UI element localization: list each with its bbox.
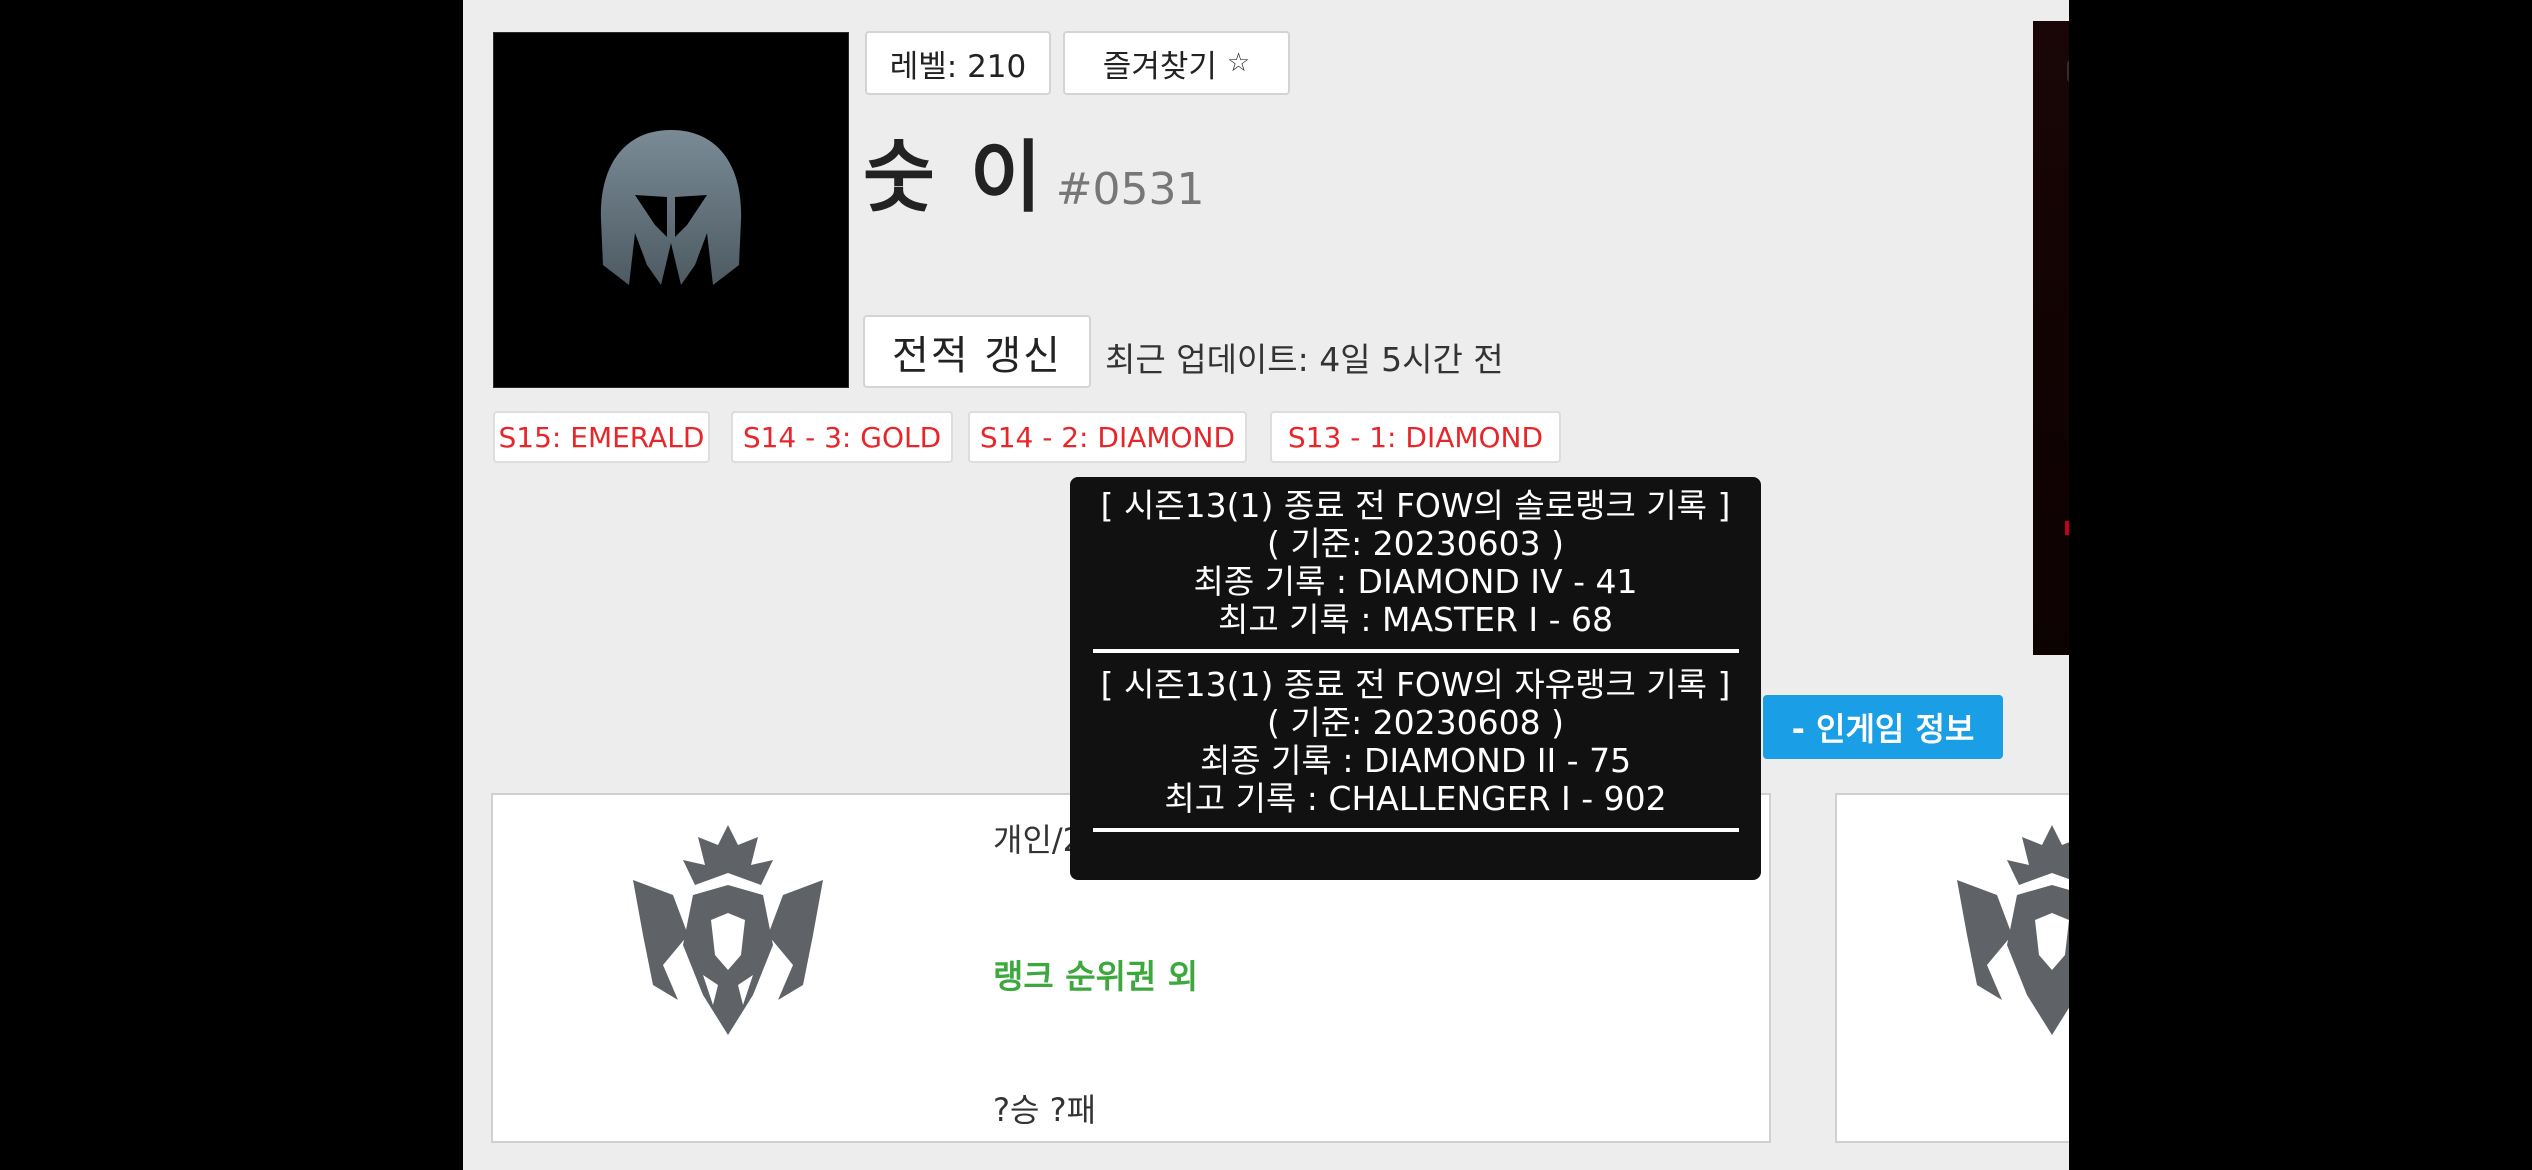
flex-record-title: [ 시즌13(1) 종료 전 FOW의 자유랭크 기록 ] (1100, 665, 1731, 704)
profile-avatar (493, 32, 849, 388)
flex-record-best: 최고 기록 : CHALLENGER I - 902 (1164, 779, 1667, 818)
helmet-icon (600, 130, 742, 285)
flex-record-date: ( 기준: 20230608 ) (1266, 703, 1565, 742)
rank-emblem-icon (633, 825, 823, 1035)
refresh-button[interactable]: 전적 갱신 (863, 315, 1091, 388)
season-badge-s14-2[interactable]: S14 - 2: DIAMOND (968, 411, 1247, 463)
side-ad-banner[interactable] (2033, 21, 2069, 655)
star-icon: ☆ (1226, 48, 1251, 78)
banner-dot (2065, 521, 2069, 535)
favorite-label: 즐겨찾기 (1102, 48, 1217, 85)
win-loss-record: ?승 ?패 (993, 1091, 1097, 1129)
season-badge-s14-3[interactable]: S14 - 3: GOLD (731, 411, 953, 463)
summoner-name-text: 숫 이 (863, 133, 1046, 223)
season-badge-s13-1[interactable]: S13 - 1: DIAMOND (1270, 411, 1561, 463)
solo-record-best: 최고 기록 : MASTER I - 68 (1217, 600, 1614, 639)
last-update-text: 최근 업데이트: 4일 5시간 전 (1105, 340, 1504, 379)
profile-page: 레벨: 210 즐겨찾기 ☆ 숫 이 #0531 전적 갱신 최근 업데이트: … (463, 0, 2069, 1170)
flex-record-final: 최종 기록 : DIAMOND II - 75 (1199, 741, 1632, 780)
tooltip-divider (1092, 828, 1739, 832)
season-badge-s15[interactable]: S15: EMERALD (493, 411, 710, 463)
favorite-button[interactable]: 즐겨찾기 ☆ (1063, 31, 1290, 95)
rank-status: 랭크 순위권 외 (993, 957, 1199, 996)
solo-record-final: 최종 기록 : DIAMOND IV - 41 (1193, 562, 1638, 601)
level-button[interactable]: 레벨: 210 (865, 31, 1051, 95)
ingame-info-button[interactable]: - 인게임 정보 (1763, 695, 2003, 759)
rank-emblem-icon (1957, 825, 2069, 1035)
tooltip-divider (1092, 649, 1739, 653)
solo-record-date: ( 기준: 20230603 ) (1266, 524, 1565, 563)
banner-mark (2067, 59, 2069, 83)
flex-rank-card (1835, 793, 2069, 1143)
summoner-name: 숫 이 #0531 (863, 115, 1205, 227)
season-record-tooltip: [ 시즌13(1) 종료 전 FOW의 솔로랭크 기록 ] ( 기준: 2023… (1070, 477, 1761, 880)
solo-record-title: [ 시즌13(1) 종료 전 FOW의 솔로랭크 기록 ] (1100, 486, 1731, 525)
summoner-tag: #0531 (1055, 164, 1205, 215)
